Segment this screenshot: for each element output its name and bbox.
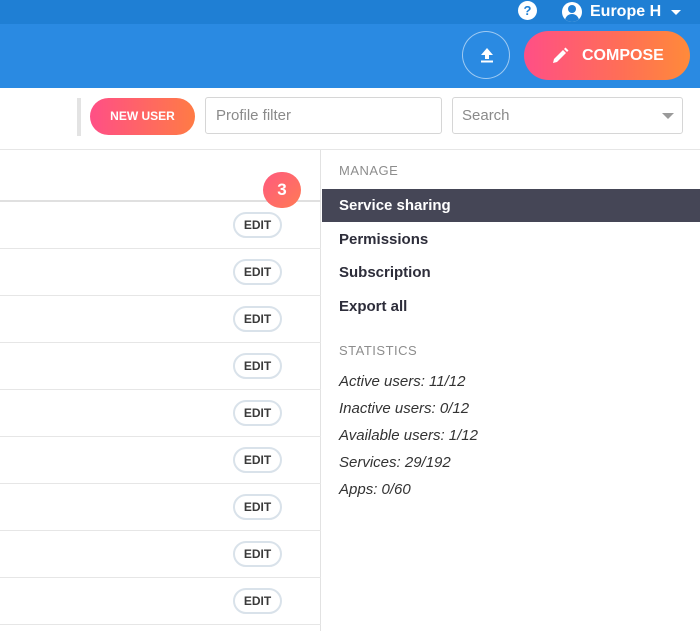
manage-section-title: MANAGE	[339, 163, 399, 178]
account-name: Europe H	[590, 3, 662, 20]
help-icon[interactable]: ?	[518, 1, 537, 20]
table-row: EDIT	[0, 343, 321, 390]
table-row: EDIT	[0, 249, 321, 296]
edit-button[interactable]: EDIT	[233, 400, 282, 426]
search-select[interactable]: Search	[452, 97, 683, 134]
account-menu[interactable]: Europe H	[562, 0, 682, 24]
menu-item-subscription[interactable]: Subscription	[322, 256, 700, 289]
menu-item-permissions[interactable]: Permissions	[322, 223, 700, 256]
table-row: EDIT	[0, 578, 321, 625]
stat-available-users: Available users: 1/12	[339, 427, 478, 444]
edit-button[interactable]: EDIT	[233, 494, 282, 520]
profile-filter-input[interactable]	[205, 97, 442, 134]
step-badge: 3	[263, 172, 301, 208]
toolbar-divider	[77, 98, 81, 136]
stat-apps: Apps: 0/60	[339, 481, 411, 498]
pencil-icon	[553, 47, 569, 63]
edit-button[interactable]: EDIT	[233, 447, 282, 473]
user-avatar-icon	[562, 2, 582, 22]
chevron-down-icon	[671, 9, 682, 15]
edit-button[interactable]: EDIT	[233, 259, 282, 285]
statistics-section-title: STATISTICS	[339, 343, 418, 358]
new-user-button[interactable]: NEW USER	[90, 98, 195, 135]
table-row: EDIT	[0, 202, 321, 249]
table-row: EDIT	[0, 531, 321, 578]
edit-button[interactable]: EDIT	[233, 306, 282, 332]
upload-button[interactable]	[462, 31, 510, 79]
stat-active-users: Active users: 11/12	[339, 373, 466, 390]
edit-button[interactable]: EDIT	[233, 212, 282, 238]
stat-services: Services: 29/192	[339, 454, 451, 471]
dropdown-arrow-icon	[662, 113, 674, 119]
edit-button[interactable]: EDIT	[233, 588, 282, 614]
upload-icon	[481, 48, 493, 63]
edit-button[interactable]: EDIT	[233, 353, 282, 379]
stat-inactive-users: Inactive users: 0/12	[339, 400, 470, 417]
table-row: EDIT	[0, 390, 321, 437]
table-row: EDIT	[0, 484, 321, 531]
edit-button[interactable]: EDIT	[233, 541, 282, 567]
compose-button[interactable]: COMPOSE	[524, 31, 690, 80]
table-row: EDIT	[0, 437, 321, 484]
menu-item-export-all[interactable]: Export all	[322, 290, 700, 323]
search-select-placeholder: Search	[462, 107, 510, 124]
table-row: EDIT	[0, 296, 321, 343]
compose-label: COMPOSE	[582, 46, 664, 64]
menu-item-service-sharing[interactable]: Service sharing	[322, 189, 700, 222]
